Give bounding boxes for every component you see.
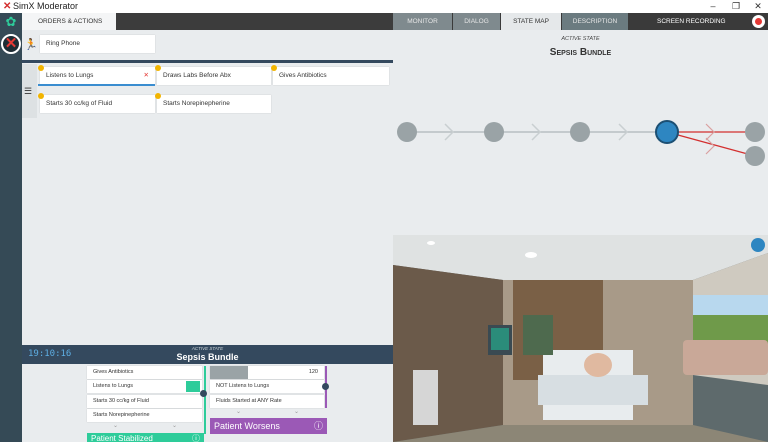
info-icon[interactable]: ⓘ	[192, 433, 200, 442]
close-icon: ✕	[4, 35, 18, 52]
hospital-room-scene	[393, 235, 768, 442]
tab-dialog[interactable]: DIALOG	[453, 13, 500, 30]
condition-label: NOT Listens to Lungs	[216, 383, 270, 389]
warning-badge-icon	[38, 93, 44, 99]
gear-icon[interactable]: ✿	[4, 15, 18, 29]
action-starts-norepinepherine[interactable]: Starts Norepinepherine	[157, 95, 271, 113]
and-node-icon	[200, 390, 207, 397]
outcome-label: Patient Worsens	[214, 421, 280, 431]
action-gives-antibiotics[interactable]: Gives Antibiotics	[273, 67, 389, 85]
condition-label: Starts Norepinepherine	[93, 412, 150, 418]
progress-card: 120	[210, 366, 324, 379]
header-spacer	[116, 13, 394, 30]
tab-orders-actions[interactable]: ORDERS & ACTIONS	[38, 13, 102, 30]
warning-badge-icon	[271, 65, 277, 71]
ring-phone-button[interactable]: Ring Phone	[40, 35, 155, 53]
action-listens-to-lungs[interactable]: Listens to Lungs ✕	[40, 67, 155, 85]
action-label: Draws Labs Before Abx	[163, 72, 231, 79]
checklist-column: ☰	[22, 64, 37, 118]
condition-not-listens[interactable]: NOT Listens to Lungs	[210, 380, 324, 393]
chevron-down-icon: ⌄	[236, 409, 242, 415]
warning-badge-icon	[38, 65, 44, 71]
close-window-button[interactable]: ✕	[748, 0, 768, 13]
running-person-icon: 🏃	[24, 39, 38, 51]
condition-starts-fluid[interactable]: Starts 30 cc/kg of Fluid	[87, 395, 202, 408]
action-label: Listens to Lungs	[46, 72, 94, 79]
active-state-node[interactable]	[655, 120, 679, 144]
state-node[interactable]	[745, 122, 765, 142]
window-title: SimX Moderator	[13, 1, 79, 11]
active-state-label: ACTIVE STATE	[191, 346, 224, 351]
maximize-button[interactable]: ❐	[726, 0, 746, 13]
state-map-panel: ACTIVE STATE Sepsis Bundle	[393, 30, 768, 235]
condition-label: Listens to Lungs	[93, 383, 134, 389]
section-divider	[22, 60, 393, 63]
outcome-patient-stabilized[interactable]: Patient Stabilized ⓘ	[87, 433, 204, 442]
sidebar: ✿ ✕	[0, 13, 22, 442]
action-label: Starts Norepinepherine	[163, 100, 230, 107]
screen-recording-label: SCREEN RECORDING	[657, 18, 726, 25]
condition-label: Gives Antibiotics	[93, 369, 134, 375]
tab-description[interactable]: DESCRIPTION	[562, 13, 628, 30]
action-draws-labs[interactable]: Draws Labs Before Abx	[157, 67, 271, 85]
active-state-name: Sepsis Bundle	[176, 352, 239, 362]
and-node-icon	[322, 383, 329, 390]
warning-badge-icon	[155, 93, 161, 99]
ring-phone-label: Ring Phone	[46, 40, 80, 47]
state-node[interactable]	[745, 146, 765, 166]
title-bar: ✕ SimX Moderator – ❐ ✕	[0, 0, 768, 13]
chevron-down-icon: ⌄	[113, 423, 119, 429]
end-scenario-button[interactable]: ✕	[1, 34, 21, 54]
state-node[interactable]	[570, 122, 590, 142]
condition-met-indicator	[186, 381, 200, 392]
outcome-patient-worsens[interactable]: Patient Worsens ⓘ	[210, 418, 327, 434]
selected-indicator	[38, 84, 155, 86]
state-map-graph	[397, 120, 765, 166]
outcome-label: Patient Stabilized	[91, 434, 153, 442]
progress-value: 120	[308, 369, 318, 375]
condition-listens-to-lungs[interactable]: Listens to Lungs	[87, 380, 202, 393]
chevron-down-icon: ⌄	[294, 409, 300, 415]
active-state-bar: 19:10:16 ACTIVE STATE Sepsis Bundle	[22, 345, 393, 364]
condition-gives-antibiotics[interactable]: Gives Antibiotics	[87, 366, 202, 379]
condition-label: Fluids Started at ANY Rate	[216, 398, 282, 404]
action-starts-fluid[interactable]: Starts 30 cc/kg of Fluid	[40, 95, 155, 113]
progress-fill	[210, 366, 248, 379]
state-node[interactable]	[397, 122, 417, 142]
info-icon[interactable]: ⓘ	[314, 418, 323, 434]
condition-fluids-any-rate[interactable]: Fluids Started at ANY Rate	[210, 395, 324, 408]
warning-badge-icon	[155, 65, 161, 71]
condition-label: Starts 30 cc/kg of Fluid	[93, 398, 149, 404]
minimize-button[interactable]: –	[703, 0, 723, 13]
action-label: Gives Antibiotics	[279, 72, 327, 79]
chevron-down-icon: ⌄	[172, 423, 178, 429]
tab-monitor[interactable]: MONITOR	[393, 13, 452, 30]
app-logo-icon: ✕	[3, 1, 12, 12]
action-label: Starts 30 cc/kg of Fluid	[46, 100, 113, 107]
condition-starts-norepinepherine[interactable]: Starts Norepinepherine	[87, 409, 202, 422]
state-node[interactable]	[484, 122, 504, 142]
simulation-viewport[interactable]	[393, 235, 768, 442]
checklist-icon: ☰	[24, 86, 33, 96]
screen-recording-button[interactable]: SCREEN RECORDING	[630, 13, 768, 30]
transition-panel	[22, 364, 393, 442]
remove-icon[interactable]: ✕	[144, 67, 149, 85]
record-icon	[752, 15, 765, 28]
tab-state-map[interactable]: STATE MAP	[501, 13, 561, 30]
group-line-green	[204, 366, 206, 434]
